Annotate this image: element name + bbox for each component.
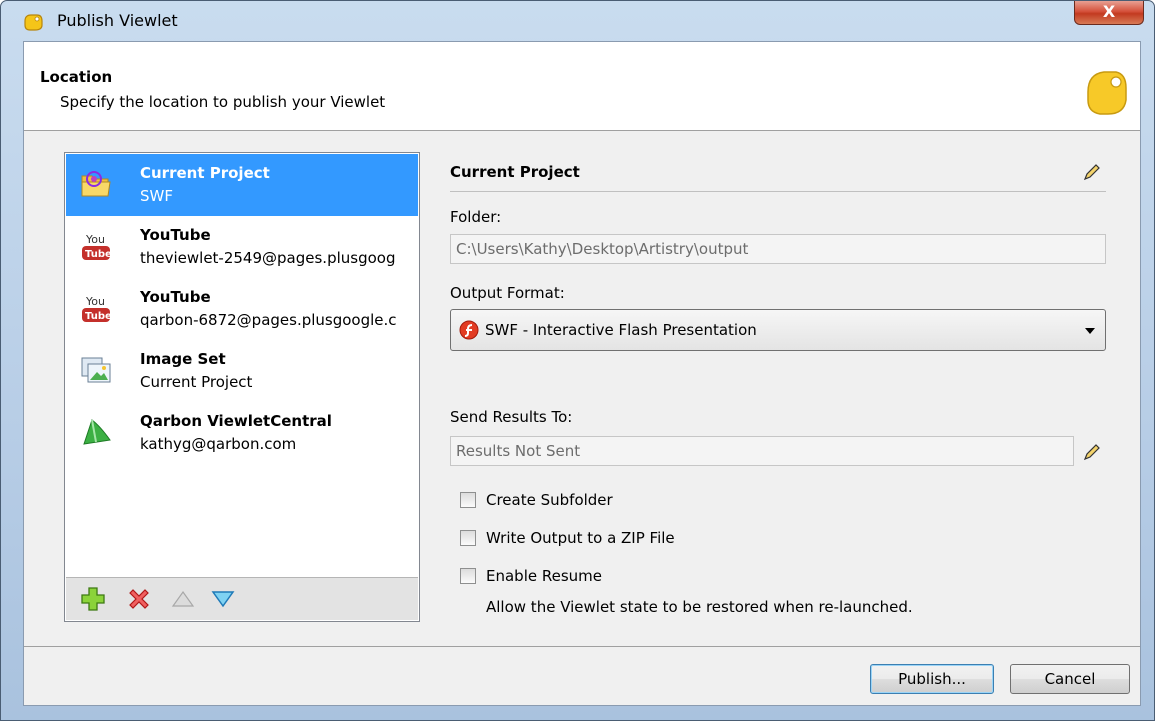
location-detail: Current Project bbox=[140, 373, 253, 391]
output-format-dropdown[interactable]: SWF - Interactive Flash Presentation bbox=[450, 309, 1106, 351]
viewletcentral-icon bbox=[83, 419, 111, 445]
checkbox-label: Enable Resume bbox=[486, 567, 603, 585]
location-detail: kathyg@qarbon.com bbox=[140, 435, 297, 453]
svg-text:You: You bbox=[85, 233, 105, 246]
edit-pencil-icon[interactable] bbox=[1082, 162, 1102, 182]
folder-field[interactable]: C:\Users\Kathy\Desktop\Artistry\output bbox=[450, 234, 1106, 264]
header-title: Location bbox=[40, 68, 113, 86]
footer-divider bbox=[24, 646, 1140, 647]
create-subfolder-checkbox[interactable] bbox=[460, 492, 476, 508]
send-results-field[interactable]: Results Not Sent bbox=[450, 436, 1074, 466]
location-item-youtube-2[interactable]: You Tube YouTube qarbon-6872@pages.plusg… bbox=[66, 278, 418, 340]
svg-text:You: You bbox=[85, 295, 105, 308]
location-name: Current Project bbox=[140, 164, 270, 182]
title-bar[interactable]: Publish Viewlet X bbox=[1, 1, 1154, 41]
location-name: Qarbon ViewletCentral bbox=[140, 412, 332, 430]
location-detail: SWF bbox=[140, 187, 173, 205]
checkbox-label: Create Subfolder bbox=[486, 491, 613, 509]
viewlet-logo-icon bbox=[1087, 71, 1127, 115]
location-detail: qarbon-6872@pages.plusgoogle.c bbox=[140, 311, 397, 329]
location-list-panel: Current Project SWF You Tube YouTube the… bbox=[64, 152, 420, 622]
youtube-icon: You Tube bbox=[82, 295, 112, 322]
checkbox-label: Write Output to a ZIP File bbox=[486, 529, 675, 547]
details-divider bbox=[450, 191, 1106, 192]
publish-button[interactable]: Publish... bbox=[870, 664, 994, 694]
add-icon[interactable] bbox=[80, 586, 106, 612]
location-item-viewletcentral[interactable]: Qarbon ViewletCentral kathyg@qarbon.com bbox=[66, 402, 418, 464]
list-toolbar bbox=[66, 577, 418, 620]
chevron-down-icon bbox=[1085, 328, 1095, 334]
image-set-icon bbox=[81, 357, 111, 383]
location-item-current-project[interactable]: Current Project SWF bbox=[66, 154, 418, 216]
edit-send-results-icon[interactable] bbox=[1082, 442, 1102, 462]
location-name: YouTube bbox=[140, 288, 211, 306]
location-name: YouTube bbox=[140, 226, 211, 244]
header-subtitle: Specify the location to publish your Vie… bbox=[60, 93, 386, 111]
send-results-label: Send Results To: bbox=[450, 408, 573, 426]
folder-flash-icon bbox=[81, 171, 111, 197]
write-zip-checkbox[interactable] bbox=[460, 530, 476, 546]
folder-label: Folder: bbox=[450, 208, 502, 226]
header-panel: Location Specify the location to publish… bbox=[24, 42, 1140, 131]
location-list[interactable]: Current Project SWF You Tube YouTube the… bbox=[66, 154, 418, 578]
move-down-icon[interactable] bbox=[210, 586, 236, 612]
cancel-button[interactable]: Cancel bbox=[1010, 664, 1130, 694]
publish-viewlet-window: Publish Viewlet X Location Specify the l… bbox=[0, 0, 1155, 721]
flash-icon bbox=[459, 320, 479, 340]
output-format-label: Output Format: bbox=[450, 284, 565, 302]
svg-text:Tube: Tube bbox=[85, 249, 112, 260]
resume-note: Allow the Viewlet state to be restored w… bbox=[486, 598, 913, 616]
viewlet-app-icon bbox=[24, 14, 43, 31]
enable-resume-checkbox[interactable] bbox=[460, 568, 476, 584]
details-title: Current Project bbox=[450, 163, 580, 181]
dialog-client-area: Location Specify the location to publish… bbox=[23, 41, 1141, 706]
location-item-image-set[interactable]: Image Set Current Project bbox=[66, 340, 418, 402]
youtube-icon: You Tube bbox=[82, 233, 112, 260]
remove-icon[interactable] bbox=[126, 586, 152, 612]
window-title: Publish Viewlet bbox=[57, 11, 178, 30]
location-name: Image Set bbox=[140, 350, 226, 368]
location-detail: theviewlet-2549@pages.plusgoog bbox=[140, 249, 396, 267]
location-item-youtube-1[interactable]: You Tube YouTube theviewlet-2549@pages.p… bbox=[66, 216, 418, 278]
output-format-value: SWF - Interactive Flash Presentation bbox=[485, 321, 757, 339]
move-up-icon[interactable] bbox=[170, 586, 196, 612]
close-button[interactable]: X bbox=[1074, 1, 1144, 25]
svg-text:Tube: Tube bbox=[85, 311, 112, 322]
